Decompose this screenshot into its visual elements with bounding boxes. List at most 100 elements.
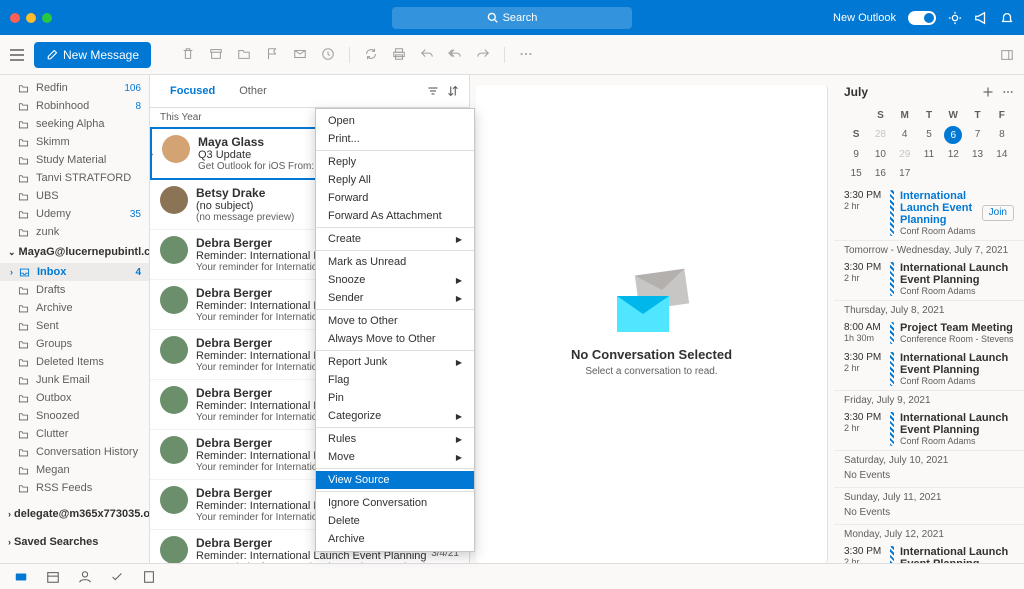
- context-menu-item[interactable]: Open: [316, 112, 474, 130]
- tab-focused[interactable]: Focused: [160, 81, 225, 101]
- print-icon[interactable]: [392, 47, 406, 61]
- sidebar-folder-sent[interactable]: Sent: [0, 317, 149, 335]
- close-window[interactable]: [10, 13, 20, 23]
- search-input[interactable]: Search: [392, 7, 632, 29]
- reply-icon[interactable]: [420, 47, 434, 61]
- context-menu-item[interactable]: Ignore Conversation: [316, 494, 474, 512]
- context-menu-item[interactable]: Forward: [316, 189, 474, 207]
- sync-icon[interactable]: [364, 47, 378, 61]
- sidebar-folder-megan[interactable]: Megan: [0, 461, 149, 479]
- calendar-event[interactable]: 8:00 AM1h 30mProject Team MeetingConfere…: [834, 318, 1024, 348]
- sidebar-folder[interactable]: seeking Alpha: [0, 115, 149, 133]
- context-menu-item[interactable]: Reply All: [316, 171, 474, 189]
- replyall-icon[interactable]: [448, 47, 462, 61]
- calendar-day[interactable]: 6: [944, 126, 962, 144]
- calendar-view-icon[interactable]: [46, 570, 60, 584]
- sidebar-folder-rss feeds[interactable]: RSS Feeds: [0, 479, 149, 497]
- context-menu-item[interactable]: Rules▶: [316, 430, 474, 448]
- sidebar-folder[interactable]: zunk: [0, 223, 149, 241]
- tab-other[interactable]: Other: [229, 81, 277, 101]
- sidebar-folder[interactable]: Udemy35: [0, 205, 149, 223]
- sidebar-folder[interactable]: Redfin106: [0, 79, 149, 97]
- context-menu-item[interactable]: Move to Other: [316, 312, 474, 330]
- calendar-more-icon[interactable]: [1002, 86, 1014, 98]
- calendar-day[interactable]: 8: [990, 126, 1014, 144]
- minimize-window[interactable]: [26, 13, 36, 23]
- calendar-day[interactable]: 16: [868, 165, 892, 182]
- account-header[interactable]: ⌄MayaG@lucernepubintl.com: [0, 241, 149, 263]
- sidebar-folder-clutter[interactable]: Clutter: [0, 425, 149, 443]
- sidebar-folder[interactable]: Skimm: [0, 133, 149, 151]
- context-menu-item[interactable]: Report Junk▶: [316, 353, 474, 371]
- bell-icon[interactable]: [1000, 11, 1014, 25]
- filter-icon[interactable]: [427, 85, 439, 97]
- calendar-event[interactable]: 3:30 PM2 hrInternational Launch Event Pl…: [834, 542, 1024, 563]
- sidebar-folder[interactable]: Robinhood8: [0, 97, 149, 115]
- unread-icon[interactable]: [293, 47, 307, 61]
- move-icon[interactable]: [237, 47, 251, 61]
- archive-icon[interactable]: [209, 47, 223, 61]
- calendar-event[interactable]: 3:30 PM2 hrInternational Launch Event Pl…: [834, 408, 1024, 450]
- maximize-window[interactable]: [42, 13, 52, 23]
- calendar-day[interactable]: 9: [844, 146, 868, 163]
- notes-view-icon[interactable]: [142, 570, 156, 584]
- calendar-event[interactable]: 3:30 PM2 hrInternational Launch Event Pl…: [834, 186, 1024, 240]
- new-message-button[interactable]: New Message: [34, 42, 151, 68]
- saved-searches-header[interactable]: ›Saved Searches: [0, 531, 149, 553]
- calendar-day[interactable]: 7: [965, 126, 989, 144]
- people-view-icon[interactable]: [78, 570, 92, 584]
- join-button[interactable]: Join: [982, 205, 1014, 221]
- sidebar-folder-conversation history[interactable]: Conversation History: [0, 443, 149, 461]
- panel-icon[interactable]: [1000, 48, 1014, 62]
- calendar-day[interactable]: 12: [941, 146, 965, 163]
- calendar-day[interactable]: 14: [990, 146, 1014, 163]
- context-menu-item[interactable]: View Source: [316, 471, 474, 489]
- sidebar-folder-drafts[interactable]: Drafts: [0, 281, 149, 299]
- megaphone-icon[interactable]: [974, 11, 988, 25]
- more-icon[interactable]: [519, 47, 533, 61]
- sidebar-folder-groups[interactable]: Groups: [0, 335, 149, 353]
- forward-icon[interactable]: [476, 47, 490, 61]
- context-menu-item[interactable]: Create▶: [316, 230, 474, 248]
- context-menu-item[interactable]: Forward As Attachment: [316, 207, 474, 225]
- flag-icon[interactable]: [265, 47, 279, 61]
- context-menu-item[interactable]: Sender▶: [316, 289, 474, 307]
- context-menu-item[interactable]: Mark as Unread: [316, 253, 474, 271]
- sidebar-folder-deleted items[interactable]: Deleted Items: [0, 353, 149, 371]
- delegate-header[interactable]: ›delegate@m365x773035.on...: [0, 503, 149, 525]
- context-menu-item[interactable]: Categorize▶: [316, 407, 474, 425]
- context-menu-item[interactable]: Archive: [316, 530, 474, 548]
- hamburger-icon[interactable]: [10, 49, 24, 61]
- context-menu-item[interactable]: Flag: [316, 371, 474, 389]
- tasks-view-icon[interactable]: [110, 570, 124, 584]
- context-menu-item[interactable]: Move▶: [316, 448, 474, 466]
- calendar-day[interactable]: 10: [868, 146, 892, 163]
- context-menu-item[interactable]: Snooze▶: [316, 271, 474, 289]
- calendar-event[interactable]: 3:30 PM2 hrInternational Launch Event Pl…: [834, 258, 1024, 300]
- brightness-icon[interactable]: [948, 11, 962, 25]
- sidebar-folder-archive[interactable]: Archive: [0, 299, 149, 317]
- sidebar-folder-snoozed[interactable]: Snoozed: [0, 407, 149, 425]
- calendar-day[interactable]: 5: [917, 126, 941, 144]
- context-menu-item[interactable]: Print...: [316, 130, 474, 148]
- sort-icon[interactable]: [447, 85, 459, 97]
- sidebar-folder-junk email[interactable]: Junk Email: [0, 371, 149, 389]
- sidebar-folder[interactable]: Study Material: [0, 151, 149, 169]
- calendar-day[interactable]: 15: [844, 165, 868, 182]
- snooze-icon[interactable]: [321, 47, 335, 61]
- calendar-day[interactable]: 29: [893, 146, 917, 163]
- sidebar-folder-outbox[interactable]: Outbox: [0, 389, 149, 407]
- sidebar-folder-inbox[interactable]: ›Inbox4: [0, 263, 149, 281]
- calendar-day[interactable]: 11: [917, 146, 941, 163]
- calendar-day[interactable]: 28: [868, 126, 892, 144]
- context-menu-item[interactable]: Pin: [316, 389, 474, 407]
- add-event-icon[interactable]: [982, 86, 994, 98]
- context-menu-item[interactable]: Delete: [316, 512, 474, 530]
- calendar-event[interactable]: 3:30 PM2 hrInternational Launch Event Pl…: [834, 348, 1024, 390]
- mail-view-icon[interactable]: [14, 570, 28, 584]
- context-menu-item[interactable]: Reply: [316, 153, 474, 171]
- context-menu-item[interactable]: Always Move to Other: [316, 330, 474, 348]
- calendar-day[interactable]: 4: [893, 126, 917, 144]
- sidebar-folder[interactable]: UBS: [0, 187, 149, 205]
- calendar-day[interactable]: 17: [893, 165, 917, 182]
